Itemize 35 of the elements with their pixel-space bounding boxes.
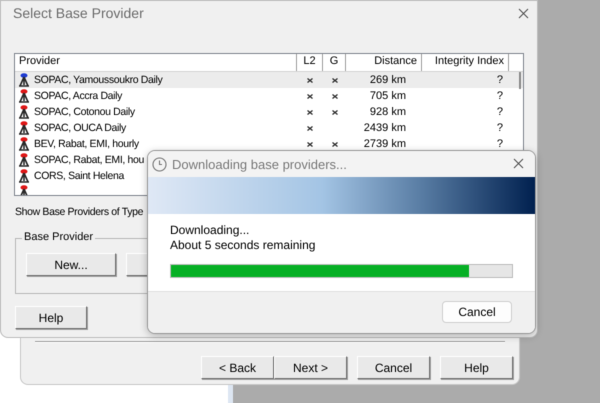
remaining-text: About 5 seconds remaining (170, 238, 316, 253)
provider-name[interactable]: CORS, Saint Helena (32, 168, 126, 184)
group-title: Base Provider (22, 231, 96, 243)
wizard-button[interactable]: Cancel (357, 356, 430, 379)
close-icon[interactable] (518, 8, 529, 19)
close-icon[interactable] (513, 158, 524, 169)
provider-name[interactable]: BEV, Rabat, EMI, hourly (32, 136, 141, 152)
wizard-button[interactable]: Next > (274, 356, 347, 379)
integrity-text: ? (496, 137, 503, 152)
help-button[interactable]: Help (15, 306, 87, 329)
distance-text: 2739 km (364, 137, 406, 152)
status-text: Downloading... (170, 223, 250, 238)
integrity-text: ? (496, 89, 503, 104)
integrity-text: ? (496, 105, 503, 120)
wizard-button[interactable]: Help (440, 356, 513, 379)
window-title: Select Base Provider (13, 5, 144, 21)
cancel-button[interactable]: Cancel (442, 301, 512, 323)
distance-text: 705 km (370, 89, 406, 104)
distance-text: 2439 km (364, 121, 406, 136)
provider-name[interactable]: SOPAC, Cotonou Daily (32, 104, 137, 120)
filter-label: Show Base Providers of Type (15, 206, 144, 218)
scrollbar-thumb[interactable] (519, 72, 521, 89)
clock-icon (152, 156, 167, 172)
window-title: Downloading base providers... (172, 156, 347, 172)
new-button[interactable]: New... (26, 253, 116, 276)
window-edge (228, 385, 233, 403)
provider-name[interactable]: SOPAC, Yamoussoukro Daily (32, 72, 164, 88)
integrity-text: ? (496, 121, 503, 136)
provider-name[interactable]: SOPAC, OUCA Daily (32, 120, 128, 136)
integrity-text: ? (496, 73, 503, 88)
distance-text: 269 km (370, 73, 406, 88)
distance-text: 928 km (370, 105, 406, 120)
provider-name[interactable]: SOPAC, Accra Daily (32, 88, 124, 104)
provider-name[interactable]: SOPAC, Rabat, EMI, hou (32, 152, 146, 168)
wizard-button[interactable]: < Back (201, 356, 274, 379)
